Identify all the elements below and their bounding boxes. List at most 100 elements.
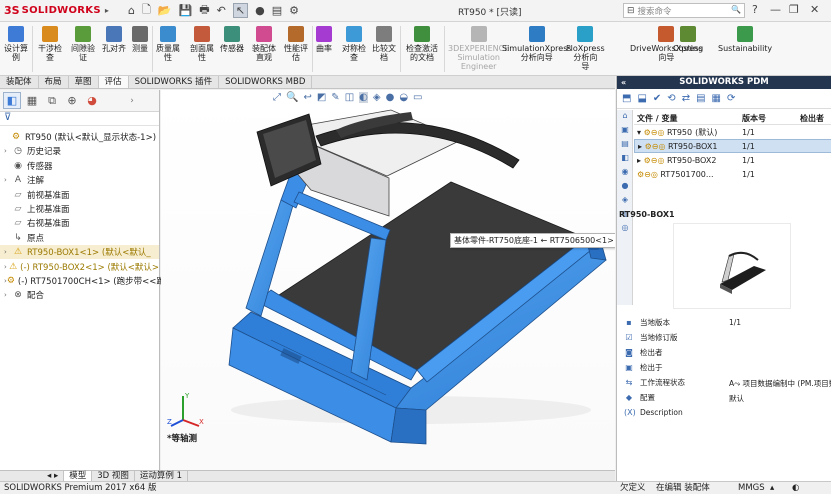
simxpress-button[interactable]: SimulationXpress 分析向导: [502, 26, 572, 62]
tree-item[interactable]: › ⚠ RT950-BOX1<1> (默认<默认_: [0, 245, 159, 260]
search-box[interactable]: ⊟ 搜索命令 🔍: [623, 3, 745, 18]
performance-button[interactable]: 性能评 估: [284, 26, 308, 62]
clearance-button[interactable]: 间隙验 证: [71, 26, 95, 62]
treadmill-model[interactable]: [161, 90, 615, 470]
filter-icon[interactable]: ⊽: [0, 112, 159, 126]
solidworks-logo[interactable]: 3S SOLIDWORKS ▸: [0, 4, 118, 17]
tree-item[interactable]: ⚙ RT950 (默认<默认_显示状态-1>): [0, 130, 159, 144]
change-state-icon[interactable]: ⇄: [682, 93, 690, 104]
tree-item[interactable]: › ⚠ (-) RT950-BOX2<1> (默认<默认>: [0, 260, 159, 274]
tree-view-icon[interactable]: ▦: [712, 93, 721, 104]
library-tab-icon[interactable]: ▤: [618, 139, 632, 152]
expand-icon[interactable]: ›: [4, 291, 12, 299]
graphics-viewport[interactable]: ⤢ 🔍 ↩ ◩ ✎ ◫ ◐ ◈ ● ◒ ▭ 基体零件-RT750底座-1 ← R…: [161, 90, 615, 470]
home-tab-icon[interactable]: ⌂: [618, 111, 632, 124]
close-icon[interactable]: ✕: [810, 3, 819, 16]
search-input[interactable]: 搜索命令: [638, 5, 672, 17]
undo-checkout-icon[interactable]: ⟲: [667, 93, 675, 104]
bottom-tab-0[interactable]: 模型: [64, 471, 93, 481]
status-settings-icon[interactable]: ◐: [792, 482, 799, 494]
select-icon[interactable]: ↖: [232, 3, 249, 18]
resources-tab-icon[interactable]: ▣: [618, 125, 632, 138]
help-icon[interactable]: ?: [752, 3, 758, 16]
section-props-button[interactable]: 剖面属 性: [190, 26, 214, 62]
curvature-button[interactable]: 曲率: [316, 26, 332, 53]
pdm-file-row[interactable]: ▸ ⚙⊖◎ RT950-BOX2 1/1: [634, 153, 831, 167]
search-icon[interactable]: 🔍: [731, 5, 741, 14]
design-table-button[interactable]: 设计算 例: [4, 26, 28, 62]
new-file-icon[interactable]: 🗋: [142, 1, 151, 20]
symmetry-button[interactable]: 对称检 查: [342, 26, 366, 62]
tree-item[interactable]: ▱ 上视基准面: [0, 202, 159, 216]
check-doc-button[interactable]: 检查激活 的文档: [406, 26, 438, 62]
hole-align-button[interactable]: 孔对齐: [102, 26, 126, 53]
pdm-file-row[interactable]: ⚙⊖◎ RT7501700... 1/1: [634, 167, 831, 181]
bottom-tab-2[interactable]: 运动算例 1: [135, 471, 189, 481]
expand-icon[interactable]: ›: [4, 176, 12, 184]
check-out-icon[interactable]: ✔: [653, 93, 661, 104]
feature-tree-tab-icon[interactable]: ◧: [3, 92, 21, 109]
costing-button[interactable]: Costing: [673, 26, 703, 53]
col-file[interactable]: 文件 / 变量: [634, 113, 742, 124]
bottom-tab-1[interactable]: 3D 视图: [92, 471, 135, 481]
assembly-visual-button[interactable]: 装配体 直观: [252, 26, 276, 62]
appearances-tab-icon[interactable]: ●: [618, 181, 632, 194]
restore-icon[interactable]: ❐: [789, 3, 799, 16]
search-scope-icon[interactable]: ⊟: [627, 6, 635, 16]
status-units[interactable]: MMGS: [738, 482, 765, 494]
custom-props-tab-icon[interactable]: ◈: [618, 195, 632, 208]
3dx-button[interactable]: 3DEXPERIENCE Simulation Engineer: [448, 26, 509, 71]
tree-item[interactable]: ◉ 传感器: [0, 159, 159, 173]
tab-1[interactable]: 布局: [39, 76, 69, 88]
config-manager-tab-icon[interactable]: ⧉: [43, 92, 61, 109]
explorer-tab-icon[interactable]: ◧: [618, 153, 632, 166]
undo-icon[interactable]: ↶: [217, 4, 226, 17]
tree-item[interactable]: ↳ 原点: [0, 231, 159, 245]
tree-item[interactable]: › ⊗ 配合: [0, 288, 159, 302]
tab-scroll-icon[interactable]: ◂ ▸: [42, 471, 65, 481]
pdm-file-row[interactable]: ▸ ⚙⊖◎ RT950-BOX1 1/1: [634, 139, 831, 153]
tab-4[interactable]: SOLIDWORKS 插件: [129, 76, 220, 88]
pdm-file-row[interactable]: ▾ ⚙⊖◎ RT950 (默认) 1/1: [634, 125, 831, 139]
tree-item[interactable]: ▱ 右视基准面: [0, 216, 159, 230]
refresh-icon[interactable]: ⟳: [727, 93, 735, 104]
tab-2[interactable]: 草图: [69, 76, 99, 88]
compare-button[interactable]: 比较文 档: [372, 26, 396, 62]
tree-item[interactable]: › ⚙ (-) RT7501700CH<1> (跑步带<<跑: [0, 274, 165, 288]
sensor-button[interactable]: 传感器: [220, 26, 244, 53]
file-props-icon[interactable]: ▤: [272, 4, 282, 17]
rebuild-icon[interactable]: ●: [255, 4, 265, 17]
units-dropdown-icon[interactable]: ▴: [770, 482, 774, 494]
minimize-icon[interactable]: —: [770, 3, 781, 16]
properties-icon[interactable]: ▤: [696, 93, 705, 104]
collapse-icon[interactable]: «: [621, 76, 626, 89]
mass-props-button[interactable]: 质量属 性: [156, 26, 180, 62]
tree-item[interactable]: › ◷ 历史记录: [0, 144, 159, 158]
property-manager-tab-icon[interactable]: ▦: [23, 92, 41, 109]
expand-icon[interactable]: ›: [4, 147, 12, 155]
save-icon[interactable]: 💾: [179, 4, 193, 17]
tree-item[interactable]: ▱ 前视基准面: [0, 188, 159, 202]
display-manager-tab-icon[interactable]: ◕: [83, 92, 101, 109]
tab-0[interactable]: 装配体: [0, 76, 39, 88]
tab-5[interactable]: SOLIDWORKS MBD: [219, 76, 313, 88]
col-version[interactable]: 版本号: [742, 113, 800, 124]
sustainability-button[interactable]: Sustainability: [718, 26, 772, 53]
interference-button[interactable]: 干涉检 查: [38, 26, 62, 62]
floxpress-button[interactable]: FloXpress 分析向 导: [566, 26, 605, 71]
measure-button[interactable]: 测量: [132, 26, 148, 53]
open-file-icon[interactable]: 📂: [158, 4, 172, 17]
get-version-icon[interactable]: ⬓: [637, 93, 646, 104]
menu-arrow-icon[interactable]: ▸: [105, 6, 109, 15]
palette-tab-icon[interactable]: ◉: [618, 167, 632, 180]
forum-tab-icon[interactable]: ◎: [618, 223, 632, 236]
tree-item[interactable]: › A 注解: [0, 173, 159, 187]
tab-3[interactable]: 评估: [98, 76, 129, 88]
panel-expand-icon[interactable]: ›: [123, 92, 141, 109]
options-icon[interactable]: ⚙: [289, 4, 299, 17]
print-icon[interactable]: 🖶: [199, 1, 209, 20]
home-icon[interactable]: ⌂: [128, 4, 135, 17]
col-checked-out[interactable]: 检出者: [800, 113, 831, 124]
dim-xpert-tab-icon[interactable]: ⊕: [63, 92, 81, 109]
check-in-icon[interactable]: ⬒: [622, 93, 631, 104]
